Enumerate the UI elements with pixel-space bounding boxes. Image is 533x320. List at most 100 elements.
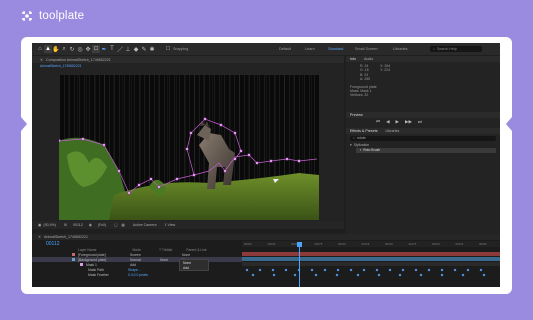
search-icon: ⌕	[353, 136, 355, 141]
keyframe[interactable]	[427, 268, 431, 271]
workspace-tab-libraries[interactable]: Libraries	[393, 47, 408, 51]
tab-libraries[interactable]: Libraries	[386, 129, 400, 133]
previous-frame-icon[interactable]: ◀	[386, 119, 389, 125]
keyframe[interactable]	[461, 273, 465, 276]
keyframe[interactable]	[272, 273, 276, 276]
puppet-pin-tool-icon[interactable]: ✱	[148, 45, 156, 53]
viewer-timecode[interactable]: 00112	[73, 223, 83, 227]
keyframe[interactable]	[362, 268, 366, 271]
keyframe[interactable]	[401, 268, 405, 271]
zoom-tool-icon[interactable]: ⌕	[60, 45, 68, 53]
keyframe[interactable]	[377, 273, 381, 276]
track-bar-layer-2[interactable]	[242, 257, 500, 261]
close-icon[interactable]: ✕	[40, 58, 43, 62]
search-help-box[interactable]: ⌕ Search Help	[430, 46, 482, 52]
workspace-tab-small-screen[interactable]: Small Screen	[355, 47, 378, 51]
keyframe[interactable]	[466, 268, 470, 271]
keyframe[interactable]	[293, 273, 297, 276]
roto-brush-tool-icon[interactable]: ✎	[140, 45, 148, 53]
keyframe[interactable]	[284, 268, 288, 271]
keyframe[interactable]	[323, 268, 327, 271]
timeline-tab[interactable]: ✕ AnimalSketch_1749652221	[32, 234, 500, 240]
keyframe[interactable]	[482, 273, 486, 276]
layer-color-swatch	[72, 258, 75, 261]
keyframe[interactable]	[398, 273, 402, 276]
rotate-tool-icon[interactable]: ↻	[68, 45, 76, 53]
play-icon[interactable]: ▶	[396, 119, 399, 125]
active-camera-dropdown[interactable]: Active Camera	[133, 223, 157, 227]
close-icon[interactable]: ✕	[38, 235, 41, 239]
views-dropdown[interactable]: 1 View	[164, 223, 175, 227]
mask-mode-dropdown[interactable]: None Add	[179, 259, 209, 271]
keyframe[interactable]	[314, 273, 318, 276]
region-icon[interactable]: ▢	[114, 223, 117, 227]
effects-search-input[interactable]: ⌕ rotobr	[350, 135, 496, 141]
resolution-dropdown[interactable]: (Full)	[98, 223, 106, 227]
magnification-dropdown[interactable]: (50.4%)	[43, 223, 56, 227]
home-icon[interactable]: ⌂	[36, 45, 44, 53]
mask-feather-value[interactable]: 0.0,0.0 pixels	[128, 273, 148, 277]
keyframe[interactable]	[251, 273, 255, 276]
keyframe[interactable]	[271, 268, 275, 271]
header-mode: Mode	[132, 247, 141, 252]
grid-icon[interactable]: ⊞	[64, 223, 67, 227]
keyframe[interactable]	[479, 268, 483, 271]
brush-tool-icon[interactable]: ／	[116, 45, 124, 54]
track-bar-layer-1[interactable]	[242, 252, 500, 256]
keyframe[interactable]	[245, 268, 249, 271]
effects-item-roto-brush[interactable]: ▪ Roto Brush	[356, 147, 496, 153]
keyframe[interactable]	[258, 268, 262, 271]
dropdown-option[interactable]: Add	[180, 265, 208, 270]
composition-viewer[interactable]	[59, 75, 319, 220]
keyframe[interactable]	[356, 273, 360, 276]
ruler-tick-label: 00025	[267, 242, 276, 246]
snapshot-icon[interactable]: ◉	[89, 223, 92, 227]
mask-path-value[interactable]: Shape...	[128, 268, 141, 272]
hand-tool-icon[interactable]: ✋	[52, 45, 60, 53]
type-tool-icon[interactable]: T	[108, 45, 116, 53]
magnification-icon[interactable]: ▣	[38, 223, 41, 227]
keyframe[interactable]	[440, 268, 444, 271]
playhead-line[interactable]	[299, 247, 300, 287]
ruler-tick-label: 00250	[479, 242, 487, 246]
snapping-checkbox[interactable]: ☐	[164, 45, 172, 53]
mask-mode[interactable]: Add	[130, 263, 136, 267]
clone-stamp-tool-icon[interactable]: ⊥	[124, 45, 132, 53]
timeline-mask-feather-row[interactable]: Mask Feather 0.0,0.0 pixels	[32, 272, 242, 277]
pan-behind-tool-icon[interactable]: ✥	[84, 45, 92, 53]
layer-mode[interactable]: Screen	[130, 253, 154, 257]
selection-tool-icon[interactable]: ▲	[44, 45, 52, 53]
layer-name: [Background plate]	[78, 257, 107, 262]
tab-audio[interactable]: Audio	[364, 57, 373, 61]
next-frame-icon[interactable]: ▶▶	[405, 119, 412, 125]
keyframe[interactable]	[414, 268, 418, 271]
layer-mode[interactable]: Normal	[130, 258, 154, 262]
pen-tool-icon[interactable]: ✒	[100, 45, 108, 53]
info-vertices: Vertices: 32	[350, 93, 369, 98]
keyframe[interactable]	[335, 273, 339, 276]
workspace-tab-learn[interactable]: Learn	[305, 47, 315, 51]
composition-sub-tab[interactable]: AnimalSketch_1749652221	[32, 63, 344, 69]
keyframe[interactable]	[440, 273, 444, 276]
keyframe[interactable]	[336, 268, 340, 271]
transparency-grid-icon[interactable]: ▦	[121, 223, 124, 227]
workspace-tab-default[interactable]: Default	[279, 47, 291, 51]
keyframe[interactable]	[453, 268, 457, 271]
workspace-tab-standard[interactable]: Standard	[328, 47, 343, 51]
keyframe[interactable]	[375, 268, 379, 271]
keyframe[interactable]	[419, 273, 423, 276]
layer-parent[interactable]: None	[182, 253, 190, 257]
last-frame-icon[interactable]: ⏭	[418, 119, 422, 124]
tab-info[interactable]: Info	[350, 57, 356, 61]
keyframe[interactable]	[388, 268, 392, 271]
timeline-ruler[interactable]: 00000 00025 00050 00075 00100 00125 00150 00175…	[242, 241, 500, 247]
camera-tool-icon[interactable]: ◎	[76, 45, 84, 53]
keyframe[interactable]	[349, 268, 353, 271]
wolf-head	[197, 125, 211, 141]
rectangle-tool-icon[interactable]: □	[92, 45, 100, 53]
eraser-tool-icon[interactable]: ◆	[132, 45, 140, 53]
first-frame-icon[interactable]: ⏮	[376, 119, 380, 124]
tab-effects-presets[interactable]: Effects & Presets	[350, 129, 378, 133]
keyframe[interactable]	[310, 268, 314, 271]
composition-tab[interactable]: ✕ Composition AnimalSketch_1749652221	[32, 56, 344, 63]
